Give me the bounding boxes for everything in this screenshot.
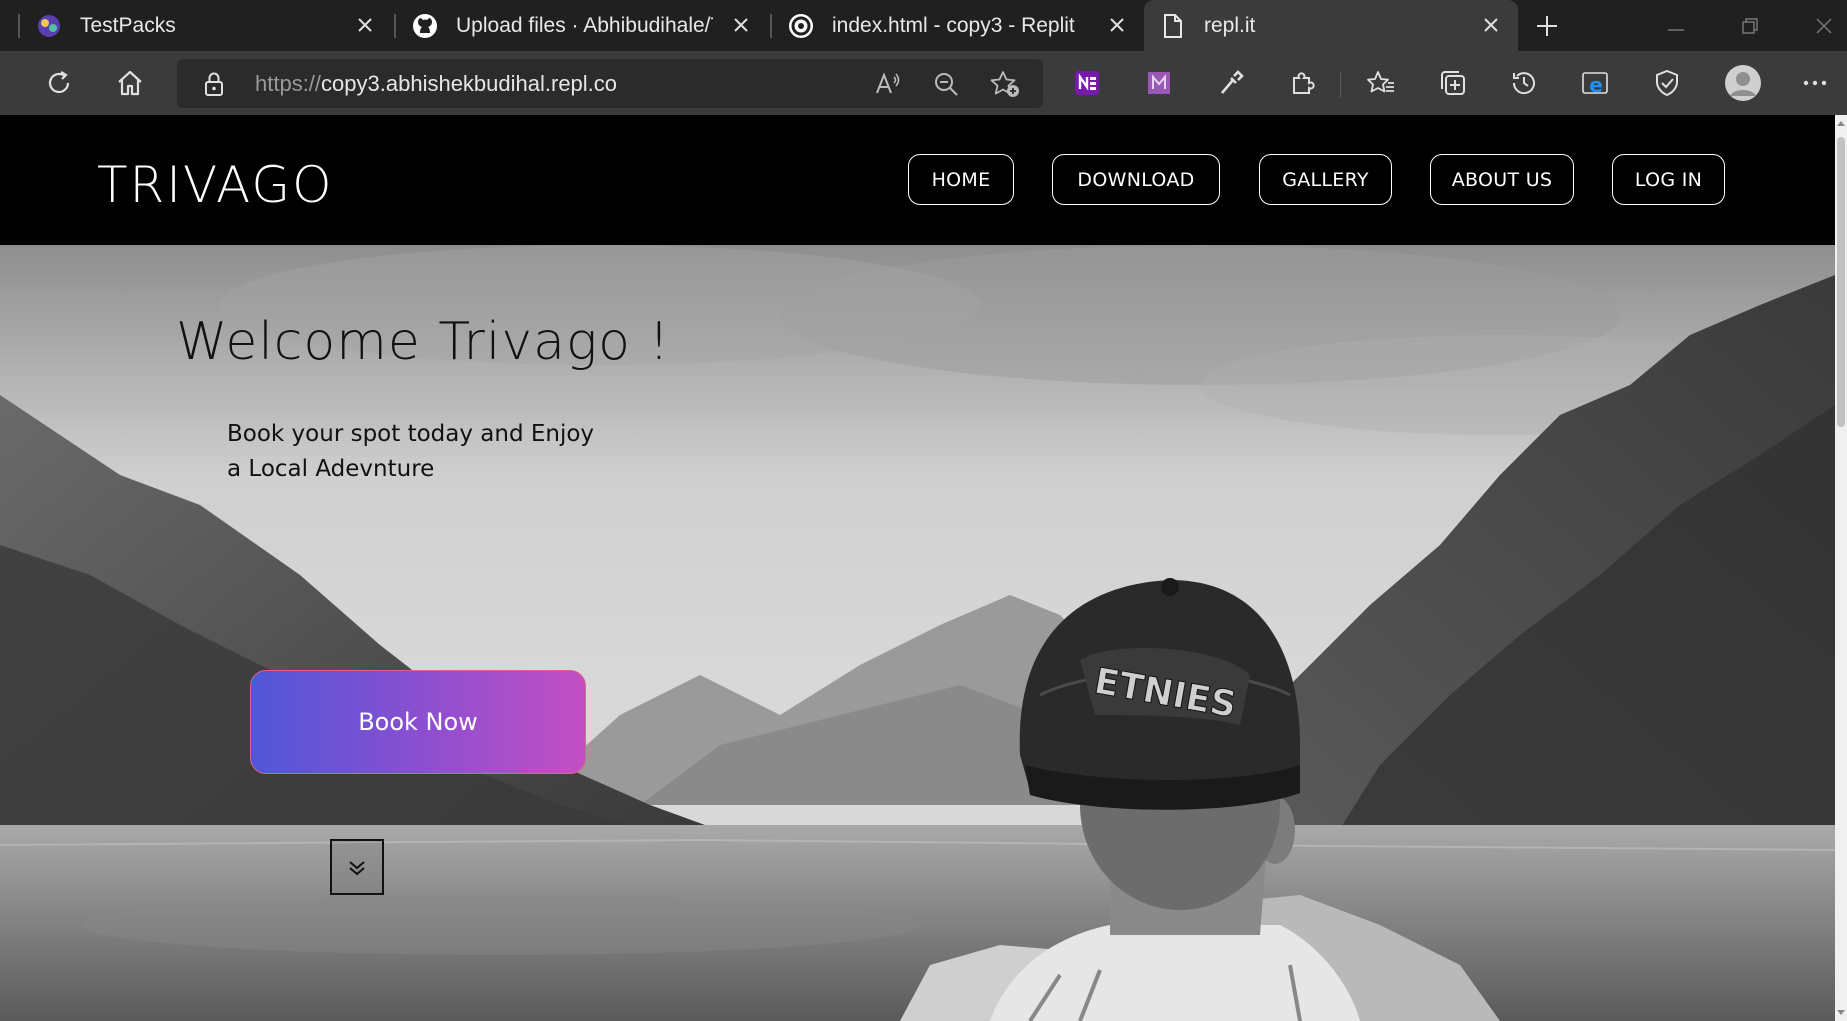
zoom-out-icon[interactable] [932, 70, 960, 103]
close-tab-icon[interactable] [728, 12, 754, 38]
tab-title: Upload files · Abhibudihale/Trav [456, 14, 713, 37]
testpacks-icon [36, 13, 62, 39]
tab-testpacks[interactable]: TestPacks [20, 0, 392, 51]
hero-subtitle: Book your spot today and Enjoy a Local A… [227, 417, 627, 487]
tab-title: repl.it [1204, 14, 1256, 37]
scroll-up-arrow-icon[interactable] [1835, 117, 1847, 131]
double-chevron-down-icon [349, 861, 365, 876]
toolbar-divider [1340, 72, 1341, 98]
hero-section: ETNIES Welcome Trivago ! Book your spot … [0, 245, 1835, 1021]
add-favorite-icon[interactable] [989, 69, 1021, 104]
ie-mode-icon[interactable]: e [1577, 65, 1613, 101]
profile-avatar[interactable] [1723, 63, 1763, 103]
replit-icon [788, 13, 814, 39]
tab-replit[interactable]: index.html - copy3 - Replit [772, 0, 1144, 51]
nav-log-in[interactable]: LOG IN [1612, 154, 1725, 205]
nav-gallery[interactable]: GALLERY [1259, 154, 1392, 205]
history-icon[interactable] [1506, 65, 1542, 101]
page-icon [1160, 13, 1186, 39]
scroll-down-button[interactable] [330, 839, 384, 895]
site-header: TRIVAGO HOME DOWNLOAD GALLERY ABOUT US L… [0, 115, 1835, 245]
close-tab-icon[interactable] [352, 12, 378, 38]
home-icon[interactable] [112, 65, 148, 101]
nav-download[interactable]: DOWNLOAD [1052, 154, 1220, 205]
new-tab-icon[interactable] [1533, 12, 1561, 40]
collections-icon[interactable] [1435, 65, 1471, 101]
minimize-icon[interactable] [1662, 12, 1690, 40]
scroll-down-arrow-icon[interactable] [1835, 1005, 1847, 1019]
page-viewport: TRIVAGO HOME DOWNLOAD GALLERY ABOUT US L… [0, 115, 1835, 1021]
svg-text:e: e [1589, 73, 1603, 97]
performance-icon[interactable] [1649, 65, 1685, 101]
hero-subtitle-line2: a Local Adevnture [227, 456, 435, 482]
hero-title: Welcome Trivago ! [176, 312, 671, 372]
close-tab-icon[interactable] [1104, 12, 1130, 38]
tab-github[interactable]: Upload files · Abhibudihale/Trav [396, 0, 768, 51]
url-scheme: https:// [255, 71, 322, 96]
more-menu-icon[interactable] [1797, 65, 1833, 101]
hero-subtitle-line1: Book your spot today and Enjoy [227, 421, 595, 447]
tab-strip: TestPacks Upload files · Abhibudihale/Tr… [0, 0, 1847, 51]
eyedropper-icon[interactable] [1213, 65, 1249, 101]
restore-icon[interactable] [1736, 12, 1764, 40]
book-now-button[interactable]: Book Now [250, 670, 586, 774]
tab-title: index.html - copy3 - Replit [832, 14, 1075, 37]
page-scrollbar[interactable] [1835, 115, 1847, 1021]
site-logo[interactable]: TRIVAGO [97, 155, 333, 215]
tab-title: TestPacks [80, 14, 176, 37]
close-tab-icon[interactable] [1478, 12, 1504, 38]
lock-icon[interactable] [203, 71, 225, 102]
extension-m-icon[interactable] [1141, 65, 1177, 101]
extensions-icon[interactable] [1285, 65, 1321, 101]
address-bar[interactable]: https://copy3.abhishekbudihal.repl.co [177, 59, 1043, 108]
url-host: copy3.abhishekbudihal.repl.co [321, 71, 618, 96]
nav-about-us[interactable]: ABOUT US [1430, 154, 1574, 205]
url-text[interactable]: https://copy3.abhishekbudihal.repl.co [255, 70, 617, 97]
onenote-icon[interactable] [1069, 65, 1105, 101]
github-icon [412, 13, 438, 39]
refresh-icon[interactable] [41, 65, 77, 101]
scrollbar-thumb[interactable] [1837, 137, 1845, 427]
close-window-icon[interactable] [1810, 12, 1838, 40]
read-aloud-icon[interactable] [873, 69, 903, 104]
favorites-icon[interactable] [1363, 65, 1399, 101]
tab-replit-page[interactable]: repl.it [1144, 0, 1518, 51]
nav-home[interactable]: HOME [908, 154, 1014, 205]
